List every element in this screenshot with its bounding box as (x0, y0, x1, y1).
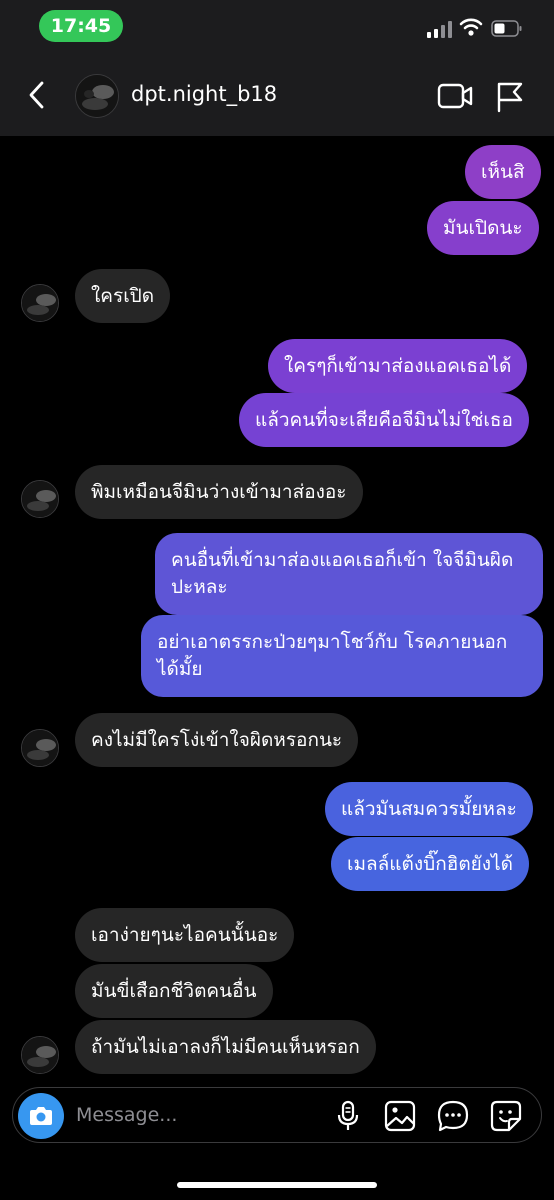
gallery-icon[interactable] (383, 1099, 417, 1133)
flag-icon[interactable] (495, 81, 525, 113)
username[interactable]: dpt.night_b18 (131, 82, 277, 106)
message-composer (12, 1087, 542, 1143)
video-call-icon[interactable] (437, 82, 473, 110)
avatar (21, 284, 59, 322)
message-bubble-sent: มันเปิดนะ (427, 201, 539, 255)
message-bubble-sent: เห็นสิ (465, 145, 541, 199)
message-bubble-sent: คนอื่นที่เข้ามาส่องแอคเธอก็เข้า ใจจีมินผ… (155, 533, 543, 615)
message-bubble-sent: ใครๆก็เข้ามาส่องแอคเธอได้ (268, 339, 528, 393)
chat-bubble-icon[interactable] (436, 1099, 470, 1133)
chat-header: dpt.night_b18 (0, 52, 554, 136)
avatar (21, 1036, 59, 1074)
battery-icon (491, 20, 522, 37)
message-bubble-received: พิมเหมือนจีมินว่างเข้ามาส่องอะ (75, 465, 363, 519)
cellular-signal-icon (427, 20, 453, 38)
message-bubble-received: มันขี่เสือกชีวิตคนอื่น (75, 964, 273, 1018)
status-time: 17:45 (39, 10, 123, 42)
avatar[interactable] (75, 74, 119, 118)
message-bubble-received: ใครเปิด (75, 269, 171, 323)
wifi-icon (459, 18, 483, 36)
avatar (21, 729, 59, 767)
status-bar: 17:45 (0, 0, 554, 52)
message-bubble-sent: อย่าเอาตรรกะป่วยๆมาโชว์กับ โรคภายนอก ได้… (141, 615, 543, 697)
camera-icon (30, 1107, 52, 1125)
microphone-icon[interactable] (331, 1099, 365, 1133)
back-button[interactable] (22, 78, 52, 112)
message-bubble-received: คงไม่มีใครโง่เข้าใจผิดหรอกนะ (75, 713, 359, 767)
sticker-icon[interactable] (489, 1099, 523, 1133)
message-bubble-sent: แล้วคนที่จะเสียคือจีมินไม่ใช่เธอ (239, 393, 529, 447)
home-indicator (177, 1182, 377, 1188)
avatar (21, 480, 59, 518)
message-input[interactable] (76, 1088, 316, 1142)
camera-button[interactable] (18, 1093, 64, 1139)
message-bubble-received: เอาง่ายๆนะไอคนนั้นอะ (75, 908, 295, 962)
message-bubble-sent: แล้วมันสมควรมั้ยหละ (325, 782, 533, 836)
message-bubble-received: ถ้ามันไม่เอาลงก็ไม่มีคนเห็นหรอก (75, 1020, 376, 1074)
message-bubble-sent: เมลล์แต้งบิ๊กฮิตยังได้ (331, 837, 529, 891)
